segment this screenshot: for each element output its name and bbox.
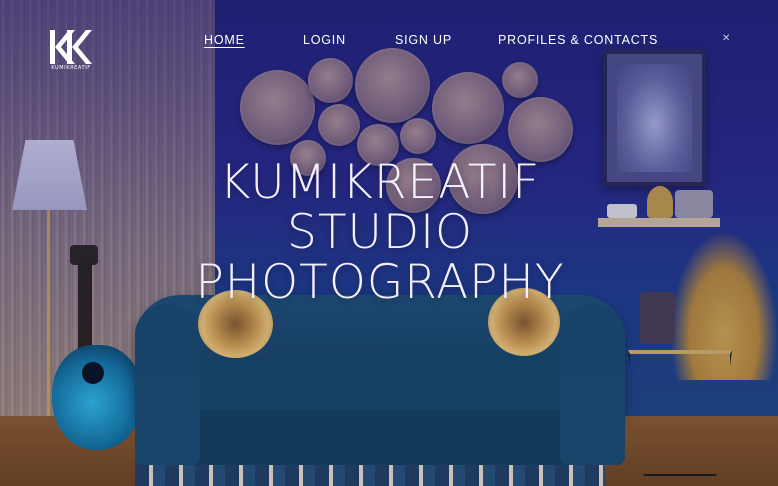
top-navbar: KUMIKREATIF HOME LOGIN SIGN UP PROFILES …	[0, 0, 778, 80]
hero-title-line-2: STUDIO	[287, 205, 473, 260]
nav-link-sign-up[interactable]: SIGN UP	[395, 32, 452, 48]
kk-monogram-logo-icon	[50, 30, 92, 64]
nav-link-login[interactable]: LOGIN	[303, 32, 346, 48]
site-logo[interactable]: KUMIKREATIF	[45, 30, 97, 74]
hero-title-line-3: PHOTOGRAPHY	[195, 255, 565, 310]
nav-link-profiles-contacts[interactable]: PROFILES & CONTACTS	[498, 32, 658, 48]
nav-link-home[interactable]: HOME	[204, 32, 245, 48]
close-icon[interactable]: ✕	[722, 33, 730, 44]
hero-title-line-1: KUMIKREATIF	[219, 155, 541, 210]
hero-title: KUMIKREATIF STUDIO PHOTOGRAPHY	[120, 158, 640, 308]
logo-text: KUMIKREATIF	[51, 65, 91, 71]
